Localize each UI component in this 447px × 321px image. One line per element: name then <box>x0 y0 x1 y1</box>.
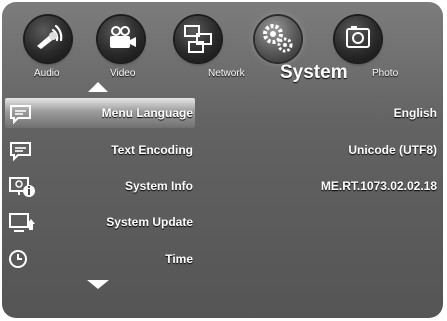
tab-video-label: Video <box>110 68 136 79</box>
tab-video[interactable] <box>98 16 144 62</box>
tab-audio[interactable] <box>25 16 71 62</box>
menu-item-label: System Info <box>124 179 193 193</box>
menu-item-value: Unicode (UTF8) <box>348 143 437 157</box>
clock-icon <box>9 250 27 268</box>
photo-icon <box>346 26 370 48</box>
system-update-icon <box>9 213 35 232</box>
settings-panel: Audio Video Network System Photo Menu La… <box>2 2 443 318</box>
tab-audio-label: Audio <box>34 68 60 79</box>
menu-item-value: English <box>393 106 437 120</box>
menu-item-system-info[interactable]: System Info ME.RT.1073.02.02.18 <box>2 169 443 203</box>
menu-item-text-encoding[interactable]: Text Encoding Unicode (UTF8) <box>2 133 443 167</box>
scroll-up-arrow-icon[interactable] <box>88 82 108 92</box>
menu-item-label: System Update <box>106 215 193 229</box>
tab-network[interactable] <box>175 16 221 62</box>
tab-system[interactable] <box>255 16 301 62</box>
language-speech-icon <box>10 105 31 125</box>
menu-item-label: Text Encoding <box>111 143 193 157</box>
scroll-down-arrow-icon[interactable] <box>87 280 109 289</box>
menu-item-time[interactable]: Time <box>2 242 443 276</box>
network-icon <box>184 25 212 53</box>
system-info-icon <box>9 177 35 197</box>
menu-item-menu-language[interactable]: Menu Language English <box>2 96 443 130</box>
audio-icon <box>37 24 63 49</box>
text-encoding-speech-icon <box>10 142 31 162</box>
menu-item-system-update[interactable]: System Update <box>2 205 443 239</box>
video-camera-icon <box>110 26 136 48</box>
menu-item-label: Time <box>165 252 193 266</box>
menu-item-value: ME.RT.1073.02.02.18 <box>320 179 437 193</box>
gears-icon <box>263 24 293 53</box>
tab-network-label: Network <box>208 68 245 79</box>
tab-system-label: System <box>280 62 348 83</box>
menu-item-label: Menu Language <box>101 106 193 120</box>
tab-photo-label: Photo <box>372 68 399 79</box>
tab-photo[interactable] <box>335 16 381 62</box>
